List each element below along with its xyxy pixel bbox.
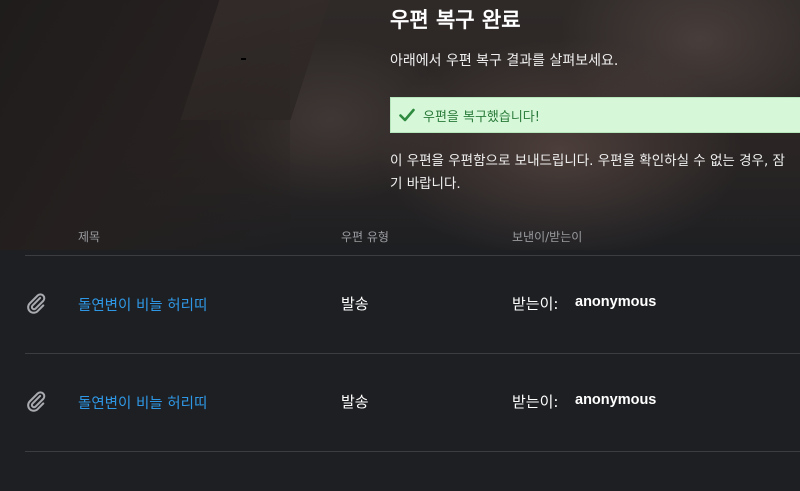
recipient-label: 받는이: (512, 295, 559, 313)
check-icon (399, 108, 415, 122)
mailbox-notice: 이 우편을 우편함으로 보내드립니다. 우편을 확인하실 수 없는 경우, 잠 … (390, 150, 800, 196)
page: 우편 복구 완료 아래에서 우편 복구 결과를 살펴보세요. 우편을 복구했습니… (0, 0, 800, 491)
paperclip-icon (27, 293, 46, 314)
notice-line-1: 이 우편을 우편함으로 보내드립니다. 우편을 확인하실 수 없는 경우, 잠 (390, 153, 785, 169)
recipient-label: 받는이: (512, 393, 559, 411)
mail-type: 발송 (341, 295, 369, 313)
table-row: 돌연변이 비늘 허리띠 발송 받는이: anonymous (25, 354, 800, 452)
recipient-name: anonymous (575, 294, 657, 310)
alert-message: 우편을 복구했습니다! (423, 109, 540, 125)
column-header-subject: 제목 (78, 230, 101, 244)
paperclip-icon (27, 391, 46, 412)
mail-subject-link[interactable]: 돌연변이 비늘 허리띠 (78, 294, 207, 315)
page-subtitle: 아래에서 우편 복구 결과를 살펴보세요. (390, 53, 619, 69)
page-title: 우편 복구 완료 (390, 8, 521, 32)
column-header-type: 우편 유형 (341, 230, 389, 244)
hero-mark (241, 58, 246, 60)
notice-line-2: 기 바랍니다. (390, 176, 461, 192)
mail-table: 제목 우편 유형 보낸이/받는이 돌연변이 비늘 허리띠 발송 받는이: ano… (25, 220, 800, 452)
mail-subject-link[interactable]: 돌연변이 비늘 허리띠 (78, 392, 207, 413)
column-header-sender-recipient: 보낸이/받는이 (512, 230, 583, 244)
success-alert: 우편을 복구했습니다! (390, 97, 800, 133)
table-row: 돌연변이 비늘 허리띠 발송 받는이: anonymous (25, 256, 800, 354)
recipient-name: anonymous (575, 392, 657, 408)
table-header: 제목 우편 유형 보낸이/받는이 (25, 220, 800, 256)
mail-type: 발송 (341, 393, 369, 411)
